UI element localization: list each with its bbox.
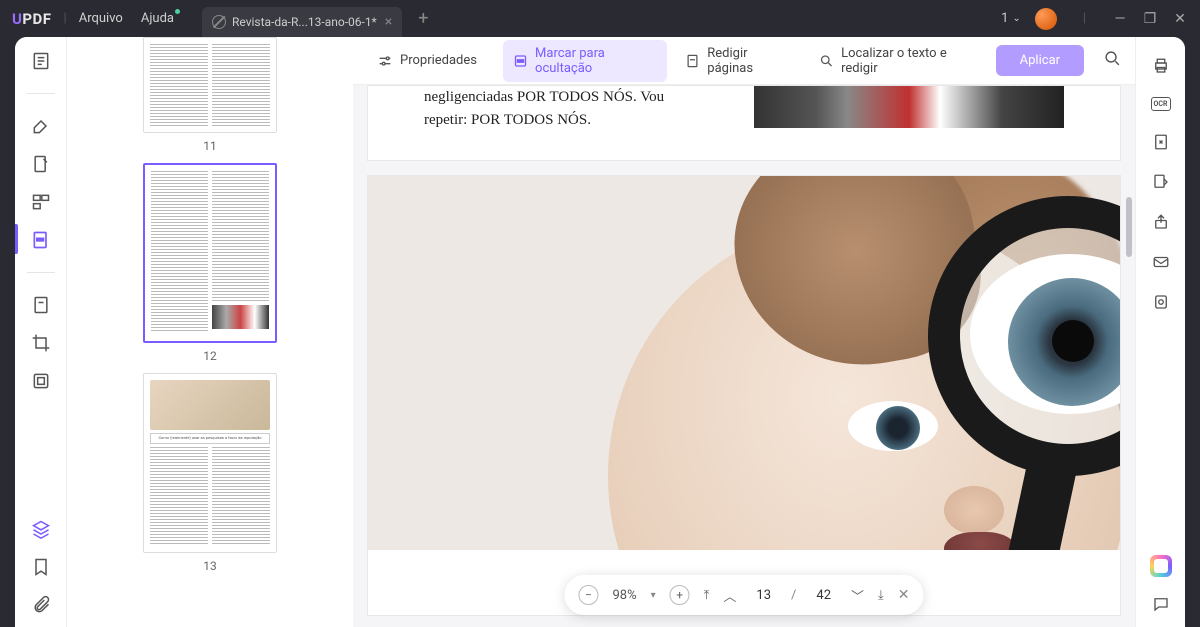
zoom-value: 98% xyxy=(612,588,636,603)
tab-close-icon[interactable]: × xyxy=(385,14,392,30)
redact-mark-icon xyxy=(513,53,528,69)
page-navigation-bar: − 98% ▾ + ⤒ ︿ 13 / 42 ﹀ ⤓ ✕ xyxy=(564,575,923,615)
current-page-input[interactable]: 13 xyxy=(750,586,777,605)
redact-toolbar: Propriedades Marcar para ocultação Redig… xyxy=(353,37,1135,85)
document-tab[interactable]: Revista-da-R...13-ano-06-1* × xyxy=(202,7,402,37)
separator xyxy=(27,272,55,273)
prev-page-icon[interactable]: ︿ xyxy=(723,586,736,605)
protect-icon[interactable] xyxy=(1152,293,1170,311)
thumbnail-panel[interactable]: 11 12 Como (realmente) usar as pesquisas… xyxy=(67,37,353,627)
next-page-icon[interactable]: ﹀ xyxy=(851,586,864,605)
page-12-image xyxy=(754,86,1064,128)
search-icon[interactable] xyxy=(1104,50,1121,71)
app-logo: UPDF xyxy=(12,10,52,28)
layers-icon[interactable] xyxy=(31,519,51,539)
left-tool-rail xyxy=(15,37,67,627)
ai-assistant-icon[interactable] xyxy=(1150,555,1172,577)
reader-mode-icon[interactable] xyxy=(31,51,51,71)
watermark-tool-icon[interactable] xyxy=(31,371,51,391)
page-dropdown[interactable]: 1 ⌄ xyxy=(1001,11,1021,26)
thumbnail-number: 11 xyxy=(143,139,277,153)
close-nav-icon[interactable]: ✕ xyxy=(898,587,910,603)
thumbnail-number: 12 xyxy=(143,349,277,363)
search-redact-icon xyxy=(819,53,834,69)
titlebar: UPDF | Arquivo Ajuda Revista-da-R...13-a… xyxy=(0,0,1200,37)
last-page-icon[interactable]: ⤓ xyxy=(878,588,884,603)
redact-pages-button[interactable]: Redigir páginas xyxy=(675,40,801,82)
zoom-in-button[interactable]: + xyxy=(670,585,690,605)
thumbnail-number: 13 xyxy=(143,559,277,573)
mark-for-redaction-button[interactable]: Marcar para ocultação xyxy=(503,40,667,82)
form-tool-icon[interactable] xyxy=(31,295,51,315)
comment-icon[interactable] xyxy=(1152,595,1170,613)
menu-help[interactable]: Ajuda xyxy=(141,11,174,26)
email-icon[interactable] xyxy=(1152,253,1170,271)
highlight-tool-icon[interactable] xyxy=(31,116,51,136)
add-tab-button[interactable]: + xyxy=(418,8,428,29)
separator xyxy=(27,93,55,94)
crop-tool-icon[interactable] xyxy=(31,333,51,353)
share-icon[interactable] xyxy=(1152,213,1170,231)
first-page-icon[interactable]: ⤒ xyxy=(704,588,710,603)
page-13-hero-image xyxy=(368,176,1120,550)
convert-icon[interactable] xyxy=(1152,173,1170,191)
zoom-dropdown-icon[interactable]: ▾ xyxy=(651,590,656,601)
tab-title: Revista-da-R...13-ano-06-1* xyxy=(232,15,377,29)
notification-dot xyxy=(175,9,180,14)
redact-tool-icon[interactable] xyxy=(31,230,51,250)
page-12: negligenciadas POR TODOS NÓS. Vou repeti… xyxy=(367,85,1121,161)
maximize-icon[interactable]: ❐ xyxy=(1142,11,1158,27)
edit-tool-icon[interactable] xyxy=(31,154,51,174)
separator: | xyxy=(1083,11,1086,26)
page-separator: / xyxy=(791,588,796,603)
redact-tab-icon xyxy=(212,15,226,29)
user-avatar[interactable] xyxy=(1035,8,1057,30)
document-scroll-area[interactable]: negligenciadas POR TODOS NÓS. Vou repeti… xyxy=(353,85,1135,627)
main-panel: 11 12 Como (realmente) usar as pesquisas… xyxy=(15,37,1185,627)
menu-file[interactable]: Arquivo xyxy=(79,11,123,26)
zoom-out-button[interactable]: − xyxy=(578,585,598,605)
page-13: Como ( ) quisas xyxy=(367,175,1121,616)
find-and-redact-button[interactable]: Localizar o texto e redigir xyxy=(809,40,988,82)
total-pages: 42 xyxy=(810,586,837,605)
ocr-icon[interactable]: OCR xyxy=(1151,97,1171,111)
thumbnail-13[interactable]: Como (realmente) usar as pesquisas a fav… xyxy=(143,373,277,573)
minimize-icon[interactable]: — xyxy=(1112,11,1128,27)
page-12-text: negligenciadas POR TODOS NÓS. Vou repeti… xyxy=(424,86,704,131)
sliders-icon xyxy=(377,53,393,69)
document-viewport: Propriedades Marcar para ocultação Redig… xyxy=(353,37,1135,627)
print-icon[interactable] xyxy=(1152,57,1170,75)
compress-icon[interactable] xyxy=(1152,133,1170,151)
bookmark-icon[interactable] xyxy=(31,557,51,577)
properties-button[interactable]: Propriedades xyxy=(367,47,487,75)
vertical-scrollbar[interactable] xyxy=(1126,197,1132,257)
organize-tool-icon[interactable] xyxy=(31,192,51,212)
close-icon[interactable]: ✕ xyxy=(1172,11,1188,27)
right-tool-rail: OCR xyxy=(1135,37,1185,627)
thumbnail-12[interactable]: 12 xyxy=(143,163,277,363)
apply-button[interactable]: Aplicar xyxy=(996,45,1084,76)
redact-pages-icon xyxy=(685,53,700,69)
thumbnail-11[interactable]: 11 xyxy=(143,37,277,153)
attachment-icon[interactable] xyxy=(31,595,51,615)
separator: | xyxy=(64,11,67,26)
